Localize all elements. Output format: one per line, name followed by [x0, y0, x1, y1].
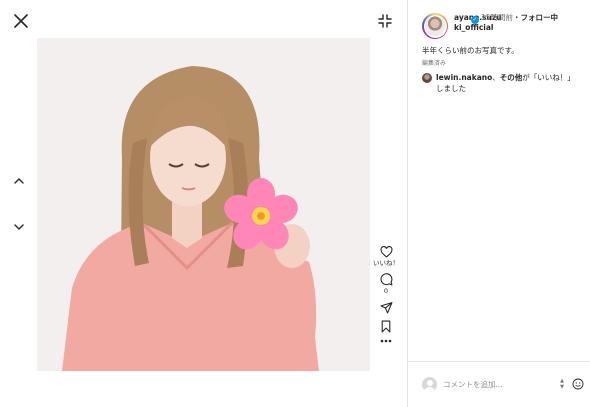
- more-button[interactable]: [372, 339, 400, 343]
- send-icon[interactable]: [380, 301, 393, 314]
- bookmark-icon[interactable]: [380, 320, 392, 333]
- comment-divider: [408, 361, 590, 362]
- likes-summary: lewin.nakano、その他が「いいね！」しました: [422, 72, 582, 94]
- comment-input[interactable]: [443, 377, 558, 391]
- media-panel: いいね！ 0: [0, 0, 407, 407]
- chevron-down-icon[interactable]: [12, 220, 26, 234]
- separator-dot: ・: [513, 13, 521, 22]
- liker-avatar[interactable]: [422, 73, 432, 83]
- heart-icon[interactable]: [380, 246, 393, 258]
- more-icon[interactable]: [380, 339, 392, 343]
- chevron-up-icon[interactable]: [12, 174, 26, 188]
- like-count: いいね！: [373, 259, 399, 267]
- comment-button[interactable]: 0: [372, 273, 400, 295]
- liker-username[interactable]: lewin.nakano: [436, 73, 492, 82]
- post-details-panel: ayane.suzu ki_official ✓15時間前・フォロー中 半年くら…: [408, 0, 590, 407]
- close-icon[interactable]: [12, 12, 30, 30]
- post-caption: 半年くらい前のお写真です。: [422, 46, 519, 55]
- post-actions: いいね！ 0: [372, 246, 400, 349]
- post-time: 15時間前: [481, 13, 514, 22]
- likes-others-link[interactable]: その他: [500, 73, 523, 82]
- edited-label: 編集済み: [422, 60, 447, 67]
- minimize-icon[interactable]: [376, 12, 394, 30]
- current-user-avatar: [422, 376, 437, 392]
- resize-handle[interactable]: ▲ ▼: [558, 377, 566, 391]
- following-button[interactable]: フォロー中: [521, 13, 559, 22]
- comment-count: 0: [383, 287, 389, 295]
- post-photo: [37, 38, 370, 371]
- likes-separator: 、: [492, 73, 500, 82]
- verified-badge-icon: ✓: [471, 16, 479, 24]
- share-button[interactable]: [372, 301, 400, 314]
- username-line-2[interactable]: ki_official: [454, 23, 493, 32]
- like-button[interactable]: いいね！: [372, 246, 400, 267]
- emoji-icon[interactable]: [572, 378, 584, 390]
- chevron-down-small-icon: ▼: [560, 384, 564, 390]
- save-button[interactable]: [372, 320, 400, 333]
- comment-icon[interactable]: [380, 273, 393, 286]
- comment-bar: ▲ ▼: [422, 375, 584, 393]
- avatar[interactable]: [422, 13, 448, 39]
